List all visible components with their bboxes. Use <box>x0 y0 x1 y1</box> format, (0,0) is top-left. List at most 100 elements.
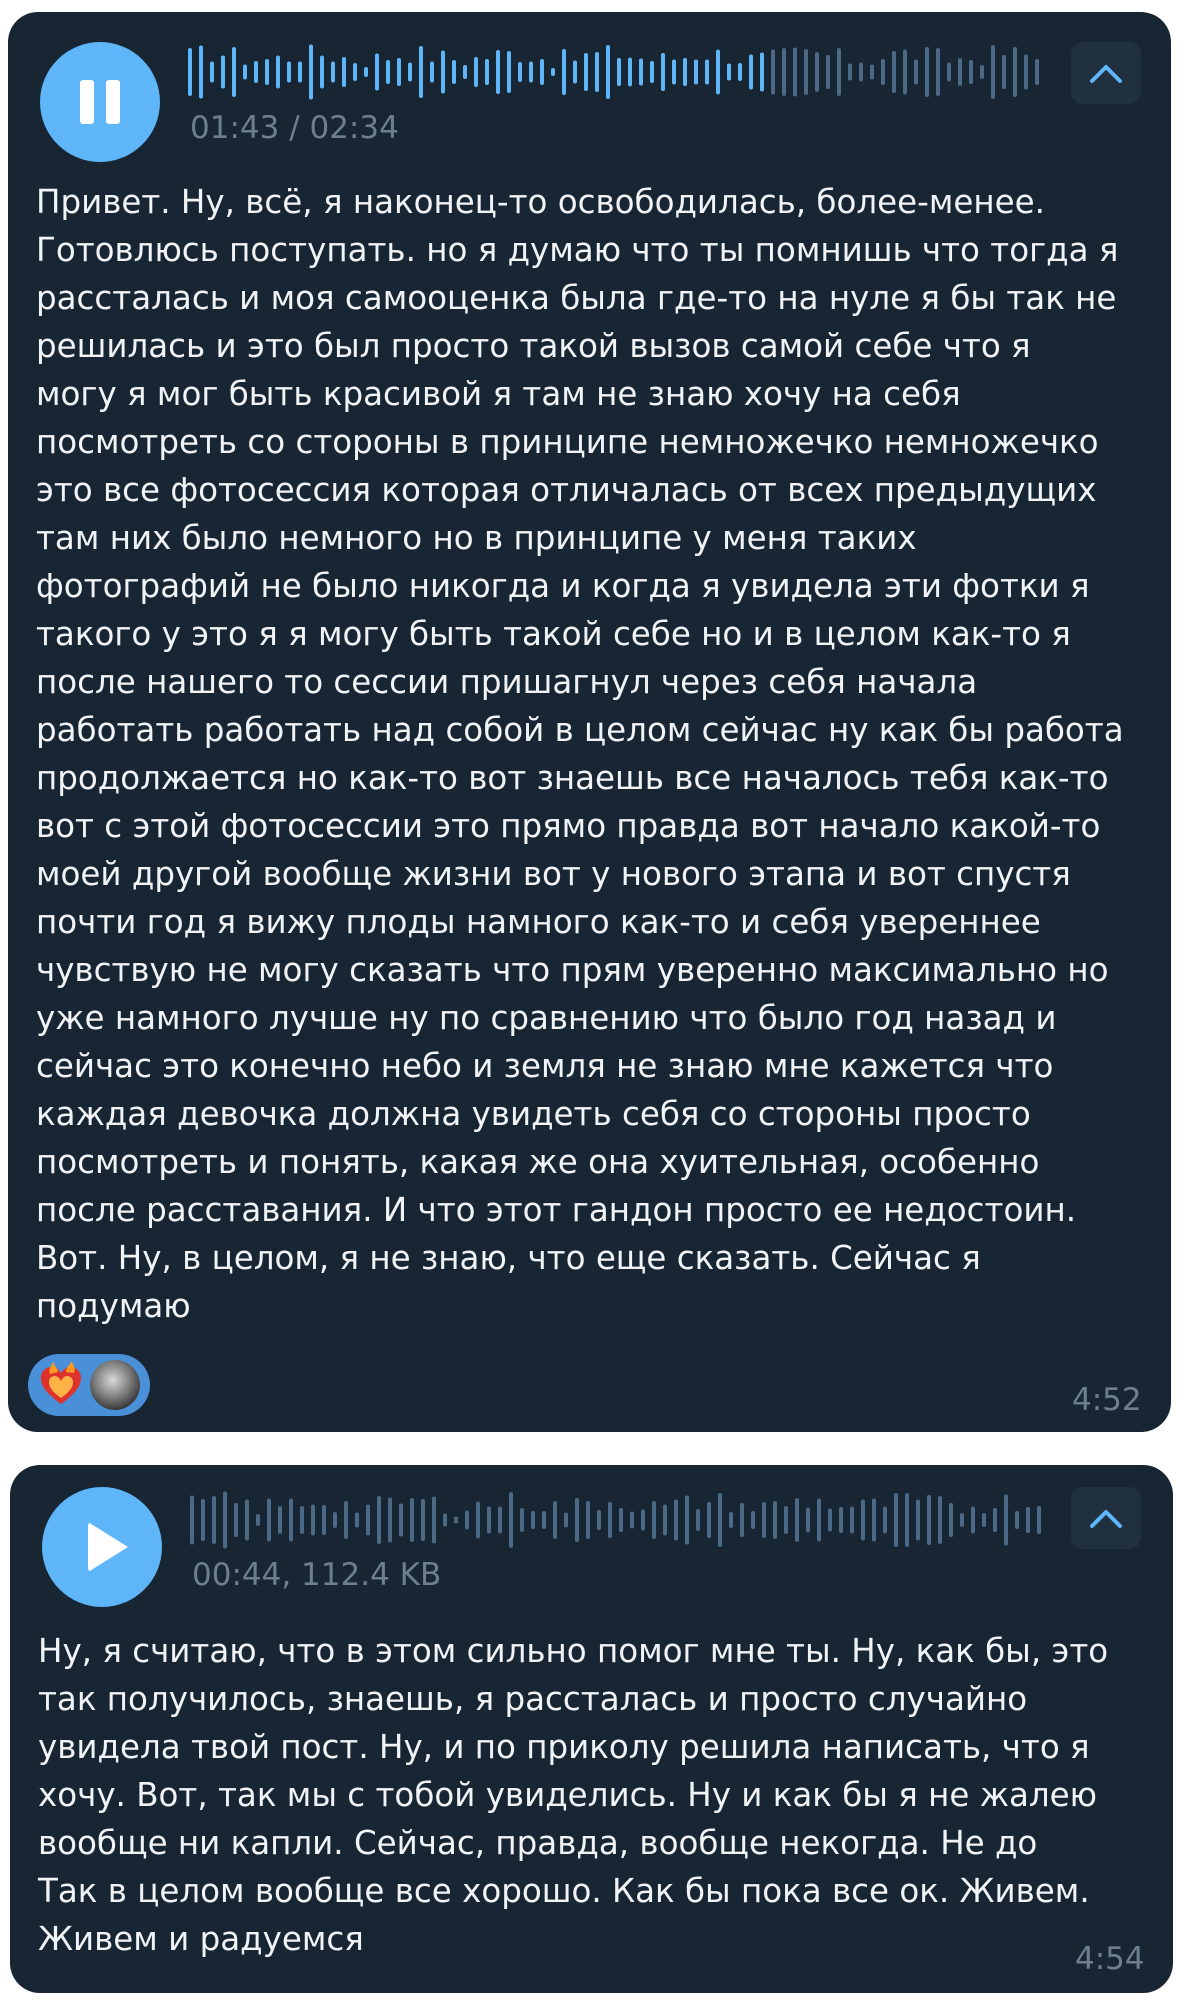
waveform-bar <box>971 1506 975 1534</box>
chevron-up-icon <box>1090 1510 1122 1528</box>
waveform-bar <box>562 49 566 95</box>
waveform-bar <box>421 1499 425 1541</box>
waveform-bar <box>606 45 610 99</box>
waveform-bar <box>993 1508 997 1532</box>
transcript-line: после расставания. И что этот гандон про… <box>36 1191 1077 1229</box>
waveform-bar <box>707 1502 711 1538</box>
transcript-line: так получилось, знаешь, я рассталась и п… <box>38 1680 1028 1718</box>
waveform-bar <box>991 45 995 99</box>
transcript-line: это все фотосессия которая отличалась от… <box>36 471 1097 509</box>
transcript-line: почти год я вижу плоды намного как-то и … <box>36 903 1041 941</box>
transcript-line: посмотреть и понять, какая же она хуител… <box>36 1143 1040 1181</box>
waveform-bar <box>826 55 830 89</box>
waveform-bar <box>630 1511 634 1529</box>
waveform-bar <box>188 48 192 96</box>
waveform-bar <box>595 52 599 92</box>
waveform-bar <box>949 1503 953 1537</box>
waveform-bar <box>1013 47 1017 97</box>
waveform-bar <box>311 1504 315 1536</box>
waveform-bar <box>982 1513 986 1527</box>
voice-waveform[interactable] <box>190 1490 1050 1550</box>
reactions-pill[interactable] <box>28 1354 150 1416</box>
waveform-bar <box>256 1514 260 1526</box>
waveform-bar <box>837 48 841 96</box>
waveform-bar <box>925 47 929 97</box>
collapse-transcript-button[interactable] <box>1071 1487 1141 1549</box>
waveform-bar <box>960 1513 964 1527</box>
pause-button[interactable] <box>40 42 160 162</box>
waveform-bar <box>419 46 423 98</box>
waveform-bar <box>628 57 632 87</box>
waveform-bar <box>210 61 214 83</box>
waveform-bar <box>861 1499 865 1541</box>
waveform-bar <box>1004 1494 1008 1546</box>
waveform-bar <box>575 1498 579 1542</box>
transcript-line: могу я мог быть красивой я там не знаю х… <box>36 375 961 413</box>
waveform-bar <box>212 1496 216 1544</box>
waveform-bar <box>452 60 456 84</box>
waveform-bar <box>518 62 522 82</box>
waveform-bar <box>839 1507 843 1533</box>
waveform-bar <box>509 1492 513 1548</box>
waveform-bar <box>564 1512 568 1528</box>
waveform-bar <box>771 49 775 95</box>
transcript-line: Готовлюсь поступать. но я думаю что ты п… <box>36 231 1119 269</box>
waveform-bar <box>265 59 269 85</box>
waveform-bar <box>289 1498 293 1542</box>
waveform-bar <box>859 62 863 82</box>
user-avatar[interactable] <box>90 1360 140 1410</box>
waveform-bar <box>749 54 753 90</box>
waveform-bar <box>751 1511 755 1529</box>
chevron-up-icon <box>1090 65 1122 83</box>
transcript-line: рассталась и моя самооценка была где-то … <box>36 279 1117 317</box>
waveform-bar <box>441 50 445 94</box>
waveform-bar <box>617 58 621 86</box>
waveform-bar <box>553 1501 557 1539</box>
waveform-bar <box>331 61 335 83</box>
waveform-bar <box>531 1511 535 1529</box>
waveform-bar <box>696 1509 700 1531</box>
waveform-bar <box>243 64 247 80</box>
transcript-line: там них было немного но в принципе у мен… <box>36 519 917 557</box>
waveform-bar <box>1015 1511 1019 1529</box>
waveform-bar <box>342 57 346 87</box>
waveform-bar <box>782 48 786 96</box>
waveform-bar <box>716 49 720 95</box>
waveform-bar <box>223 1491 227 1549</box>
voice-waveform[interactable] <box>188 42 1048 102</box>
waveform-bar <box>683 58 687 86</box>
waveform-bar <box>234 1503 238 1537</box>
message-time: 4:54 <box>1075 1941 1145 1977</box>
waveform-bar <box>608 1502 612 1538</box>
waveform-bar <box>430 61 434 83</box>
waveform-bar <box>938 1496 942 1544</box>
waveform-bar <box>793 47 797 97</box>
waveform-bar <box>1024 54 1028 90</box>
transcript-line: вот с этой фотосессии это прямо правда в… <box>36 807 1101 845</box>
play-button[interactable] <box>42 1487 162 1607</box>
waveform-bar <box>485 59 489 85</box>
waveform-bar <box>672 59 676 85</box>
transcript-line: подумаю <box>36 1287 191 1325</box>
waveform-bar <box>542 1511 546 1529</box>
waveform-bar <box>320 55 324 89</box>
waveform-bar <box>287 61 291 83</box>
collapse-transcript-button[interactable] <box>1071 42 1141 104</box>
waveform-bar <box>740 1503 744 1537</box>
waveform-bar <box>894 1493 898 1547</box>
waveform-bar <box>476 1501 480 1539</box>
waveform-bar <box>828 1508 832 1532</box>
waveform-bar <box>639 58 643 86</box>
waveform-bar <box>641 1509 645 1531</box>
waveform-bar <box>388 1497 392 1543</box>
waveform-bar <box>815 52 819 92</box>
waveform-bar <box>221 55 225 89</box>
message-time: 4:52 <box>1072 1382 1142 1418</box>
waveform-bar <box>520 1508 524 1532</box>
waveform-bar <box>573 60 577 84</box>
transcript-line: моей другой вообще жизни вот у нового эт… <box>36 855 1071 893</box>
waveform-bar <box>804 49 808 95</box>
waveform-bar <box>872 1498 876 1542</box>
transcript-line: работать работать над собой в целом сейч… <box>36 711 1124 749</box>
waveform-bar <box>443 1513 447 1527</box>
